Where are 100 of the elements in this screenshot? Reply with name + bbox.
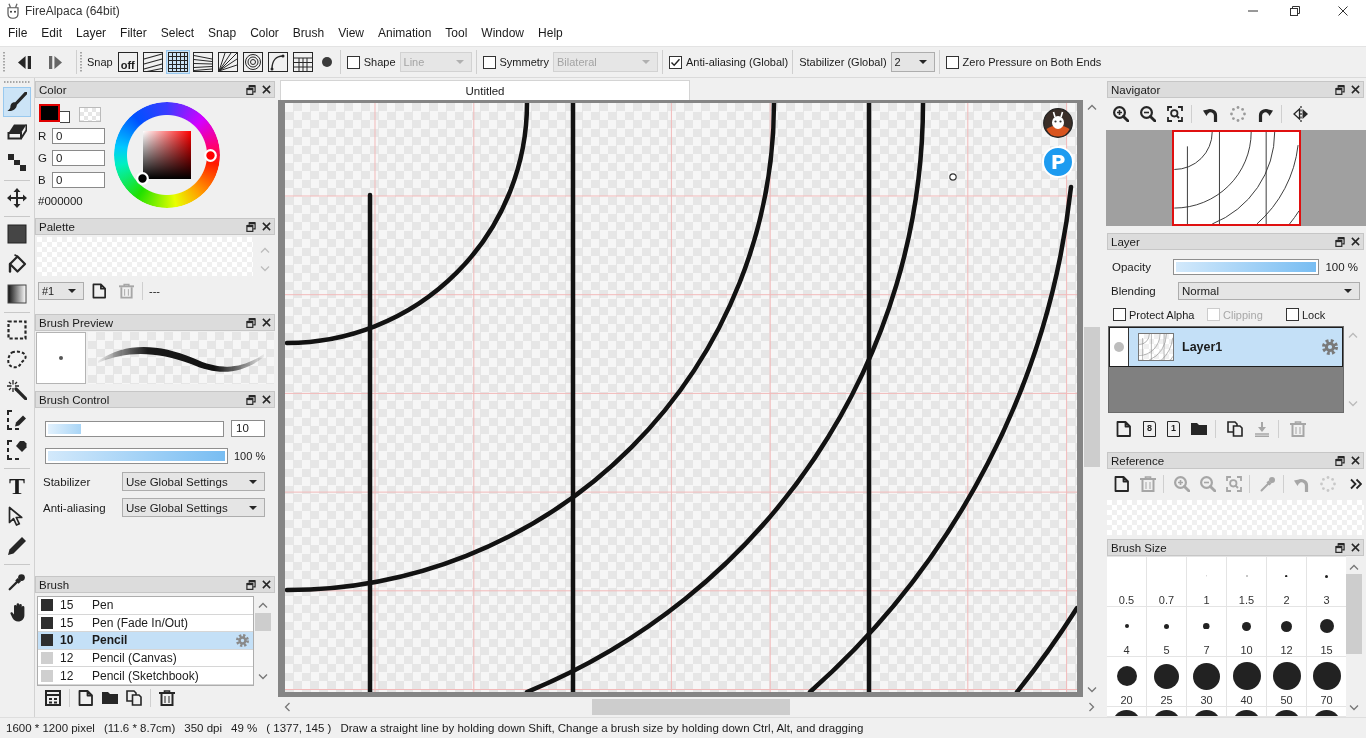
close-icon[interactable] [262,222,271,231]
visibility-cell[interactable] [1110,328,1129,366]
checkbox[interactable] [1113,308,1126,321]
menu-item[interactable]: Brush [285,24,332,42]
channel-field[interactable]: 0 [52,150,105,166]
float-panel-icon[interactable] [246,221,256,232]
float-panel-icon[interactable] [246,84,256,95]
brush-tool-button[interactable] [3,87,31,117]
flip-icon[interactable] [1293,106,1309,122]
converging-snap-button[interactable] [190,50,215,74]
float-panel-icon[interactable] [246,579,256,590]
menu-item[interactable]: Animation [370,24,439,42]
brush-size-option[interactable]: 1.5 [1227,557,1266,606]
brush-size-option[interactable]: 0.5 [1107,557,1146,606]
scroll-right-icon[interactable] [1089,701,1095,712]
menu-item[interactable]: Edit [34,24,70,42]
close-icon[interactable] [1351,456,1360,465]
rotate-left-icon[interactable] [1203,106,1219,122]
menu-item[interactable]: Window [474,24,532,42]
brush-row[interactable]: 12 Pencil (Canvas) [38,649,253,668]
checkbox[interactable] [669,55,682,69]
channel-field[interactable]: 0 [52,172,105,188]
scroll-up-icon[interactable] [1087,104,1097,110]
scrollbar-thumb[interactable] [1084,327,1100,467]
grid-snap-button[interactable] [165,50,190,74]
close-icon[interactable] [262,85,271,94]
trash-icon[interactable] [159,690,175,706]
restore-icon[interactable] [1290,6,1300,16]
brush-size-option[interactable]: 30 [1187,657,1226,706]
concentric-snap-button[interactable] [240,50,265,74]
setting-dropdown[interactable]: Use Global Settings [122,498,265,517]
option-dropdown[interactable]: 2 [890,52,935,72]
duplicate-icon[interactable] [126,690,142,706]
scroll-up-icon[interactable] [1349,564,1359,570]
gear-icon[interactable] [1322,339,1338,355]
menu-item[interactable]: Snap [201,24,244,42]
scroll-down-icon[interactable] [1087,687,1097,693]
scrollbar-thumb[interactable] [1346,574,1362,654]
menu-item[interactable]: Color [243,24,286,42]
new-document-icon[interactable] [1114,476,1130,492]
new-8bit-layer-button[interactable]: 8 [1143,420,1156,437]
brush-size-option[interactable]: 5 [1147,607,1186,656]
float-panel-icon[interactable] [246,394,256,405]
float-panel-icon[interactable] [1335,84,1345,95]
scrollbar-thumb[interactable] [592,698,790,715]
brush-row[interactable]: 15 Pen [38,597,253,615]
document-tab[interactable]: Untitled [280,80,690,100]
close-icon[interactable] [1338,6,1348,16]
close-icon[interactable] [262,395,271,404]
close-icon[interactable] [1351,237,1360,246]
dot-icon[interactable] [321,57,332,67]
zoom-in-icon[interactable] [1113,106,1129,122]
menu-item[interactable]: Layer [69,24,114,42]
menu-item[interactable]: Filter [113,24,154,42]
brush-size-option[interactable]: 3 [1307,557,1346,606]
new-document-icon[interactable] [78,690,94,706]
menu-item[interactable]: Select [153,24,202,42]
brush-size-option[interactable]: 10 [1227,607,1266,656]
folder-icon[interactable] [1191,422,1207,435]
brush-row[interactable]: 10 Pencil [38,632,253,650]
brush-row[interactable]: 12 Pencil (Sketchbook) [38,667,253,685]
close-icon[interactable] [262,318,271,327]
transparent-color-swatch[interactable] [79,107,101,122]
float-panel-icon[interactable] [1335,455,1345,466]
brush-size-option[interactable]: 40 [1227,657,1266,706]
menu-item[interactable]: View [331,24,371,42]
close-icon[interactable] [1351,543,1360,552]
table-icon[interactable] [45,690,61,706]
gear-icon[interactable] [236,634,249,647]
parallel-snap-button[interactable] [140,50,165,74]
scroll-down-icon[interactable] [258,674,268,680]
checkbox[interactable] [945,55,959,69]
rotate-right-icon[interactable] [1257,106,1273,122]
brush-size-option[interactable]: 4 [1107,607,1146,656]
brush-size-option[interactable]: 1 [1187,557,1226,606]
close-icon[interactable] [1351,85,1360,94]
scroll-down-icon[interactable] [1349,705,1359,711]
new-document-icon[interactable] [92,283,107,299]
float-panel-icon[interactable] [246,317,256,328]
previous-frame-icon[interactable] [18,55,31,69]
brush-size-option[interactable]: 2 [1267,557,1306,606]
new-document-icon[interactable] [1116,420,1132,437]
brush-size-field[interactable]: 10 [231,420,265,437]
brush-size-option[interactable]: 7 [1187,607,1226,656]
brush-size-option[interactable]: 20 [1107,657,1146,706]
perspective-snap-button[interactable] [290,50,315,74]
double-chevron-icon[interactable] [1350,478,1362,490]
scroll-up-icon[interactable] [258,602,268,608]
value-marker-icon[interactable] [136,172,149,185]
brush-size-slider[interactable] [45,420,224,437]
saturation-square[interactable] [143,131,191,179]
zoom-out-icon[interactable] [1140,106,1156,122]
menu-item[interactable]: Help [531,24,570,42]
palette-dropdown[interactable]: #1 [38,282,84,300]
layer-row[interactable]: Layer1 [1109,327,1343,367]
brush-size-option[interactable]: 70 [1307,657,1346,706]
radial-snap-button[interactable] [215,50,240,74]
background-color-swatch[interactable] [60,111,70,123]
curve-snap-button[interactable] [265,50,290,74]
next-frame-icon[interactable] [49,55,62,69]
